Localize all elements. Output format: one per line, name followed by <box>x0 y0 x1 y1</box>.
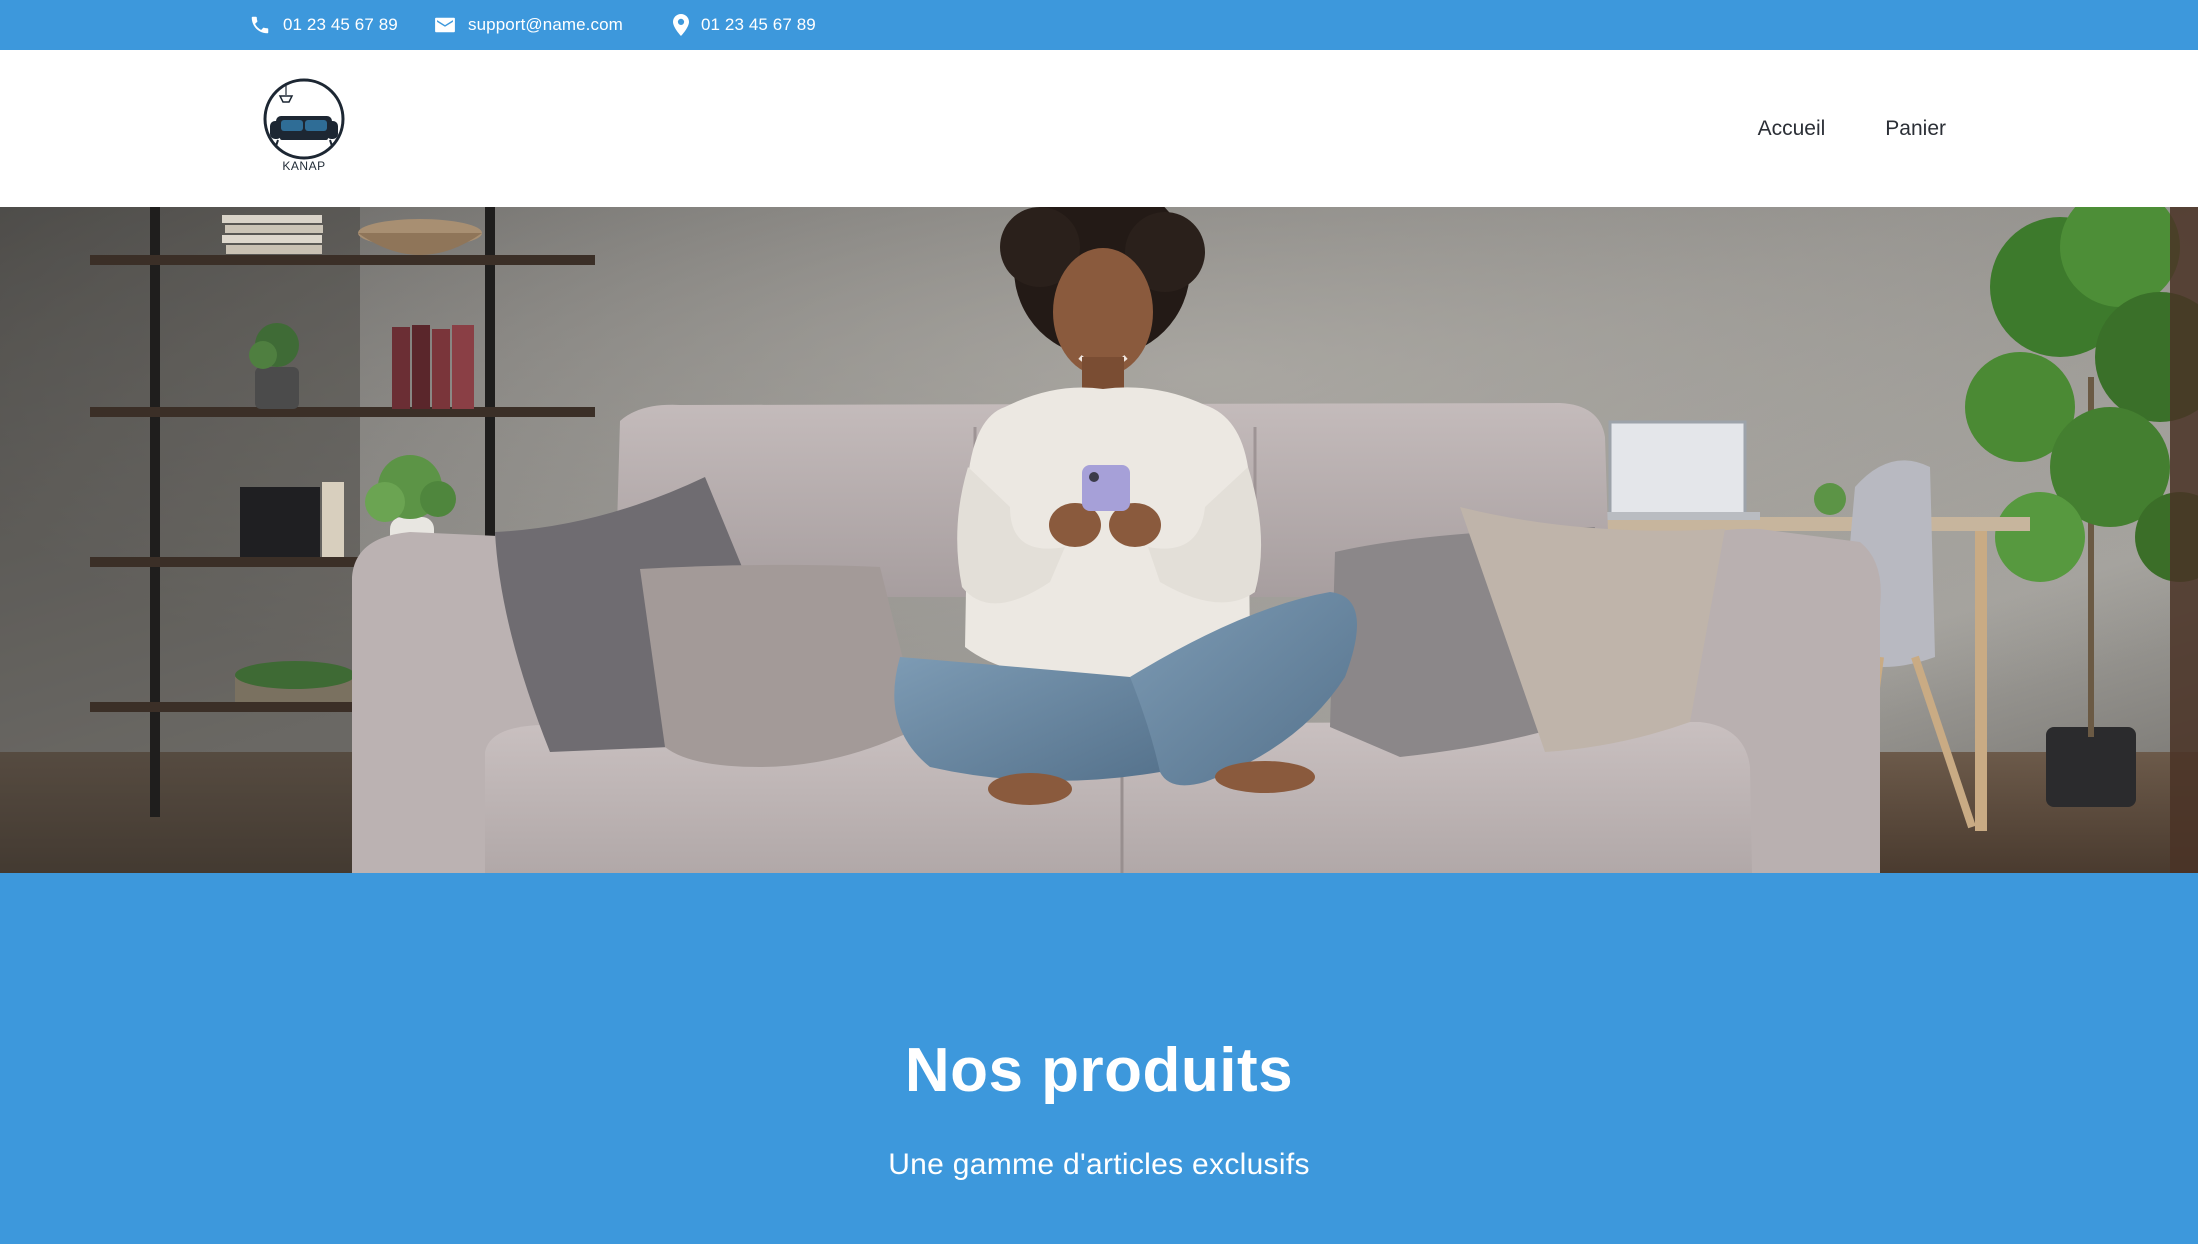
mail-icon <box>434 16 456 34</box>
products-title: Nos produits <box>904 1036 1294 1105</box>
site-logo[interactable]: KANAP <box>258 78 350 178</box>
hero-banner <box>0 207 2198 873</box>
site-header: KANAP Accueil Panier <box>0 50 2198 207</box>
contact-address-text: 01 23 45 67 89 <box>701 15 816 34</box>
products-subtitle: Une gamme d'articles exclusifs <box>888 1148 1310 1181</box>
woman-on-sofa-with-phone-photo <box>0 207 2198 873</box>
map-pin-icon <box>673 14 689 36</box>
contact-phone[interactable]: 01 23 45 67 89 <box>249 0 398 50</box>
contact-phone-text: 01 23 45 67 89 <box>283 15 398 34</box>
products-section: Nos produits Une gamme d'articles exclus… <box>0 873 2198 1244</box>
contact-address[interactable]: 01 23 45 67 89 <box>673 0 816 50</box>
contact-email-text: support@name.com <box>468 15 623 34</box>
nav-link-panier[interactable]: Panier <box>1885 117 1946 141</box>
nav-link-accueil[interactable]: Accueil <box>1758 117 1826 141</box>
contact-bar: 01 23 45 67 89 support@name.com 01 23 45… <box>0 0 2198 50</box>
logo-text: KANAP <box>282 159 326 173</box>
main-nav: Accueil Panier <box>1758 50 1946 207</box>
phone-icon <box>249 14 271 36</box>
contact-email[interactable]: support@name.com <box>434 0 623 50</box>
